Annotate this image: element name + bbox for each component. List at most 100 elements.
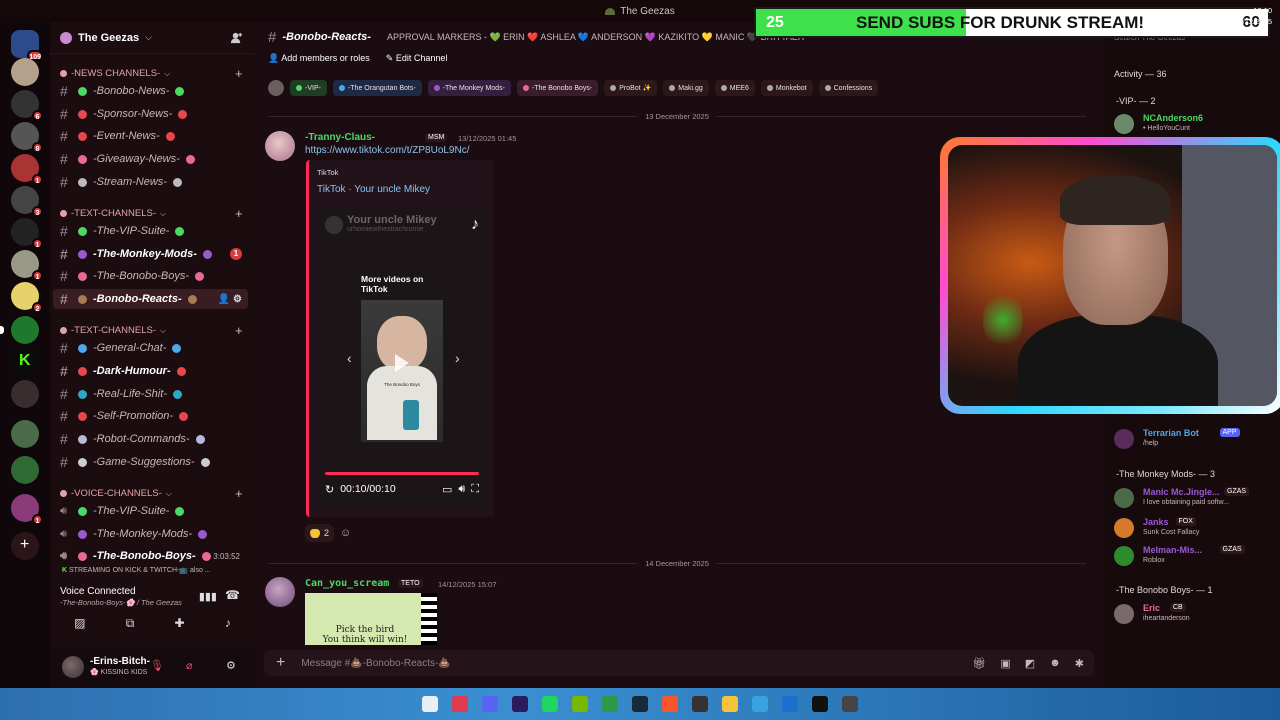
video-player[interactable]: Your uncle Mikey urhomiewthextrachromie … [317, 208, 487, 506]
channel-item[interactable]: # -Self-Promotion- [53, 406, 248, 426]
gear-icon[interactable]: 👤 ⚙ [218, 294, 242, 305]
chevron-up-icon[interactable]: ⌃ [1181, 10, 1189, 21]
mail-app[interactable] [782, 696, 798, 712]
reaction-heart[interactable]: 2 [305, 524, 335, 542]
video-progress[interactable] [325, 472, 479, 475]
server-icon[interactable]: 3 [11, 186, 43, 217]
channel-item[interactable]: 🔊︎ -The-Bonobo-Boys- 3:03:52 [53, 546, 248, 566]
channel-category[interactable]: -TEXT-CHANNELS- ⌵ + [60, 323, 243, 338]
capcut-app[interactable] [812, 696, 828, 712]
sticker-icon[interactable]: ◩ [1025, 657, 1035, 670]
premiere-app[interactable] [512, 696, 528, 712]
guild-header[interactable]: The Geezas ⌵ [50, 22, 255, 54]
server-icon[interactable]: 2 [11, 282, 43, 313]
channel-item[interactable]: # -Sponsor-News- [53, 104, 248, 124]
volume-icon[interactable]: 🔈︎ [1222, 10, 1228, 21]
image-attachment[interactable]: Pick the bird You think will win! [305, 593, 437, 645]
chevron-left-icon[interactable]: ‹ [347, 350, 352, 366]
add-channel-icon[interactable]: + [235, 66, 243, 81]
role-chip[interactable]: -VIP- [290, 80, 327, 96]
channel-item[interactable]: # -Event-News- [53, 126, 248, 146]
message-author[interactable]: -Tranny-Claus- [305, 132, 375, 143]
disconnect-icon[interactable]: ☎ [225, 588, 240, 602]
server-icon[interactable] [11, 456, 39, 484]
channel-item[interactable]: # -Stream-News- [53, 172, 248, 192]
start-button[interactable] [422, 696, 438, 712]
channel-topic[interactable]: APPROVAL MARKERS - 💚 ERIN ❤️ ASHLEA 💙 AN… [387, 32, 817, 43]
channel-item[interactable]: # -The-Monkey-Mods- 1 [53, 244, 248, 264]
embed-title[interactable]: TikTok · Your uncle Mikey [317, 184, 430, 195]
apps-icon[interactable]: ✱ [1075, 657, 1084, 670]
avatar[interactable] [265, 131, 295, 161]
activities-icon[interactable]: ✚ [175, 616, 185, 631]
xbox-app[interactable] [602, 696, 618, 712]
channel-item[interactable]: 🔊︎ -The-VIP-Suite- [53, 501, 248, 521]
mute-icon[interactable]: 🎙︎ [150, 659, 164, 672]
channel-category[interactable]: -NEWS CHANNELS- ⌵ + [60, 66, 243, 81]
role-chip[interactable]: -The Bonobo Boys- [516, 80, 599, 96]
play-icon[interactable] [395, 354, 409, 372]
member-item[interactable]: Eric iheartanderson CB [1114, 602, 1274, 628]
message-author[interactable]: Can_you_scream [305, 578, 389, 589]
camera-off-icon[interactable]: ▨ [74, 616, 85, 631]
home-button[interactable]: 109 [11, 30, 43, 61]
role-chip[interactable]: Monkebot [760, 80, 813, 96]
role-chip[interactable]: Confessions [818, 80, 879, 96]
wifi-icon[interactable]: ◠ [1201, 10, 1210, 21]
channel-item[interactable]: # -Robot-Commands- [53, 429, 248, 449]
signal-icon[interactable]: ▮▮▮ [199, 590, 217, 603]
brave-app[interactable] [662, 696, 678, 712]
gif-icon[interactable]: ▣ [1000, 657, 1010, 670]
member-item[interactable]: Janks Sunk Cost Fallacy FOX [1114, 516, 1274, 542]
server-icon[interactable]: 1 [11, 494, 43, 525]
server-icon[interactable] [11, 58, 39, 86]
edit-channel-button[interactable]: ✎ Edit Channel [386, 53, 448, 64]
channel-item[interactable]: # -Dark-Humour- [53, 361, 248, 381]
channel-category[interactable]: -TEXT-CHANNELS- ⌵ + [60, 206, 243, 221]
screen-share-icon[interactable]: ⧉ [126, 616, 135, 631]
deafen-icon[interactable]: ⌀ [186, 659, 193, 672]
role-chip[interactable]: -The Monkey Mods- [427, 80, 511, 96]
member-item[interactable]: Terrarian Bot/help APP [1114, 427, 1274, 453]
channel-item[interactable]: # -General-Chat- [53, 338, 248, 358]
channel-item[interactable]: # -Bonobo-Reacts- 👤 ⚙ [53, 289, 248, 309]
add-user-icon[interactable] [230, 31, 243, 44]
opera-app[interactable] [452, 696, 468, 712]
spotify-app[interactable] [542, 696, 558, 712]
terminal-app[interactable] [842, 696, 858, 712]
add-channel-icon[interactable]: + [235, 206, 243, 221]
message-input[interactable]: Message #💩-Bonobo-Reacts-💩 [301, 658, 450, 669]
server-icon[interactable]: 6 [11, 90, 43, 121]
clock[interactable]: 18:10 31/12/2025 [1234, 5, 1272, 27]
avatar[interactable] [62, 656, 84, 678]
server-icon[interactable]: 1 [11, 154, 43, 185]
channel-item[interactable]: # -Game-Suggestions- [53, 452, 248, 472]
video-thumbnail[interactable]: The Bonobo Boys [361, 300, 443, 442]
server-icon[interactable]: 8 [11, 122, 43, 153]
add-channel-icon[interactable]: + [235, 323, 243, 338]
member-item[interactable]: Manic Mc.Jingle... I love obtaining paid … [1114, 486, 1274, 512]
server-icon[interactable]: 1 [11, 218, 43, 249]
role-chip[interactable]: ProBot ✨ [604, 80, 658, 96]
channel-item[interactable]: # -Giveaway-News- [53, 149, 248, 169]
server-icon[interactable] [11, 380, 39, 408]
role-chip[interactable]: MEE6 [714, 80, 755, 96]
channel-item[interactable]: 🔊︎ -The-Monkey-Mods- [53, 524, 248, 544]
gift-icon[interactable]: 🎁︎ [972, 657, 986, 670]
channel-category[interactable]: -VOICE-CHANNELS- ⌵ + [60, 486, 243, 501]
channel-item[interactable]: # -The-VIP-Suite- [53, 221, 248, 241]
soundboard-icon[interactable]: ♪ [225, 616, 231, 631]
message-link[interactable]: https://www.tiktok.com/t/ZP8UoL9Nc/ [305, 145, 470, 156]
voice-location[interactable]: -The-Bonobo-Boys-🌸 / The Geezas [60, 598, 182, 607]
role-chip[interactable]: Maki.gg [663, 80, 709, 96]
replay-icon[interactable]: ↻ [325, 483, 334, 496]
server-icon[interactable] [11, 420, 39, 448]
steam-app[interactable] [632, 696, 648, 712]
upload-icon[interactable]: + [276, 654, 285, 672]
channel-item[interactable]: # -Bonobo-News- [53, 81, 248, 101]
notepad-app[interactable] [752, 696, 768, 712]
fullscreen-icon[interactable]: ⛶ [471, 483, 479, 496]
explorer-app[interactable] [722, 696, 738, 712]
server-icon[interactable]: 1 [11, 250, 43, 281]
channel-item[interactable]: # -The-Bonobo-Boys- [53, 266, 248, 286]
